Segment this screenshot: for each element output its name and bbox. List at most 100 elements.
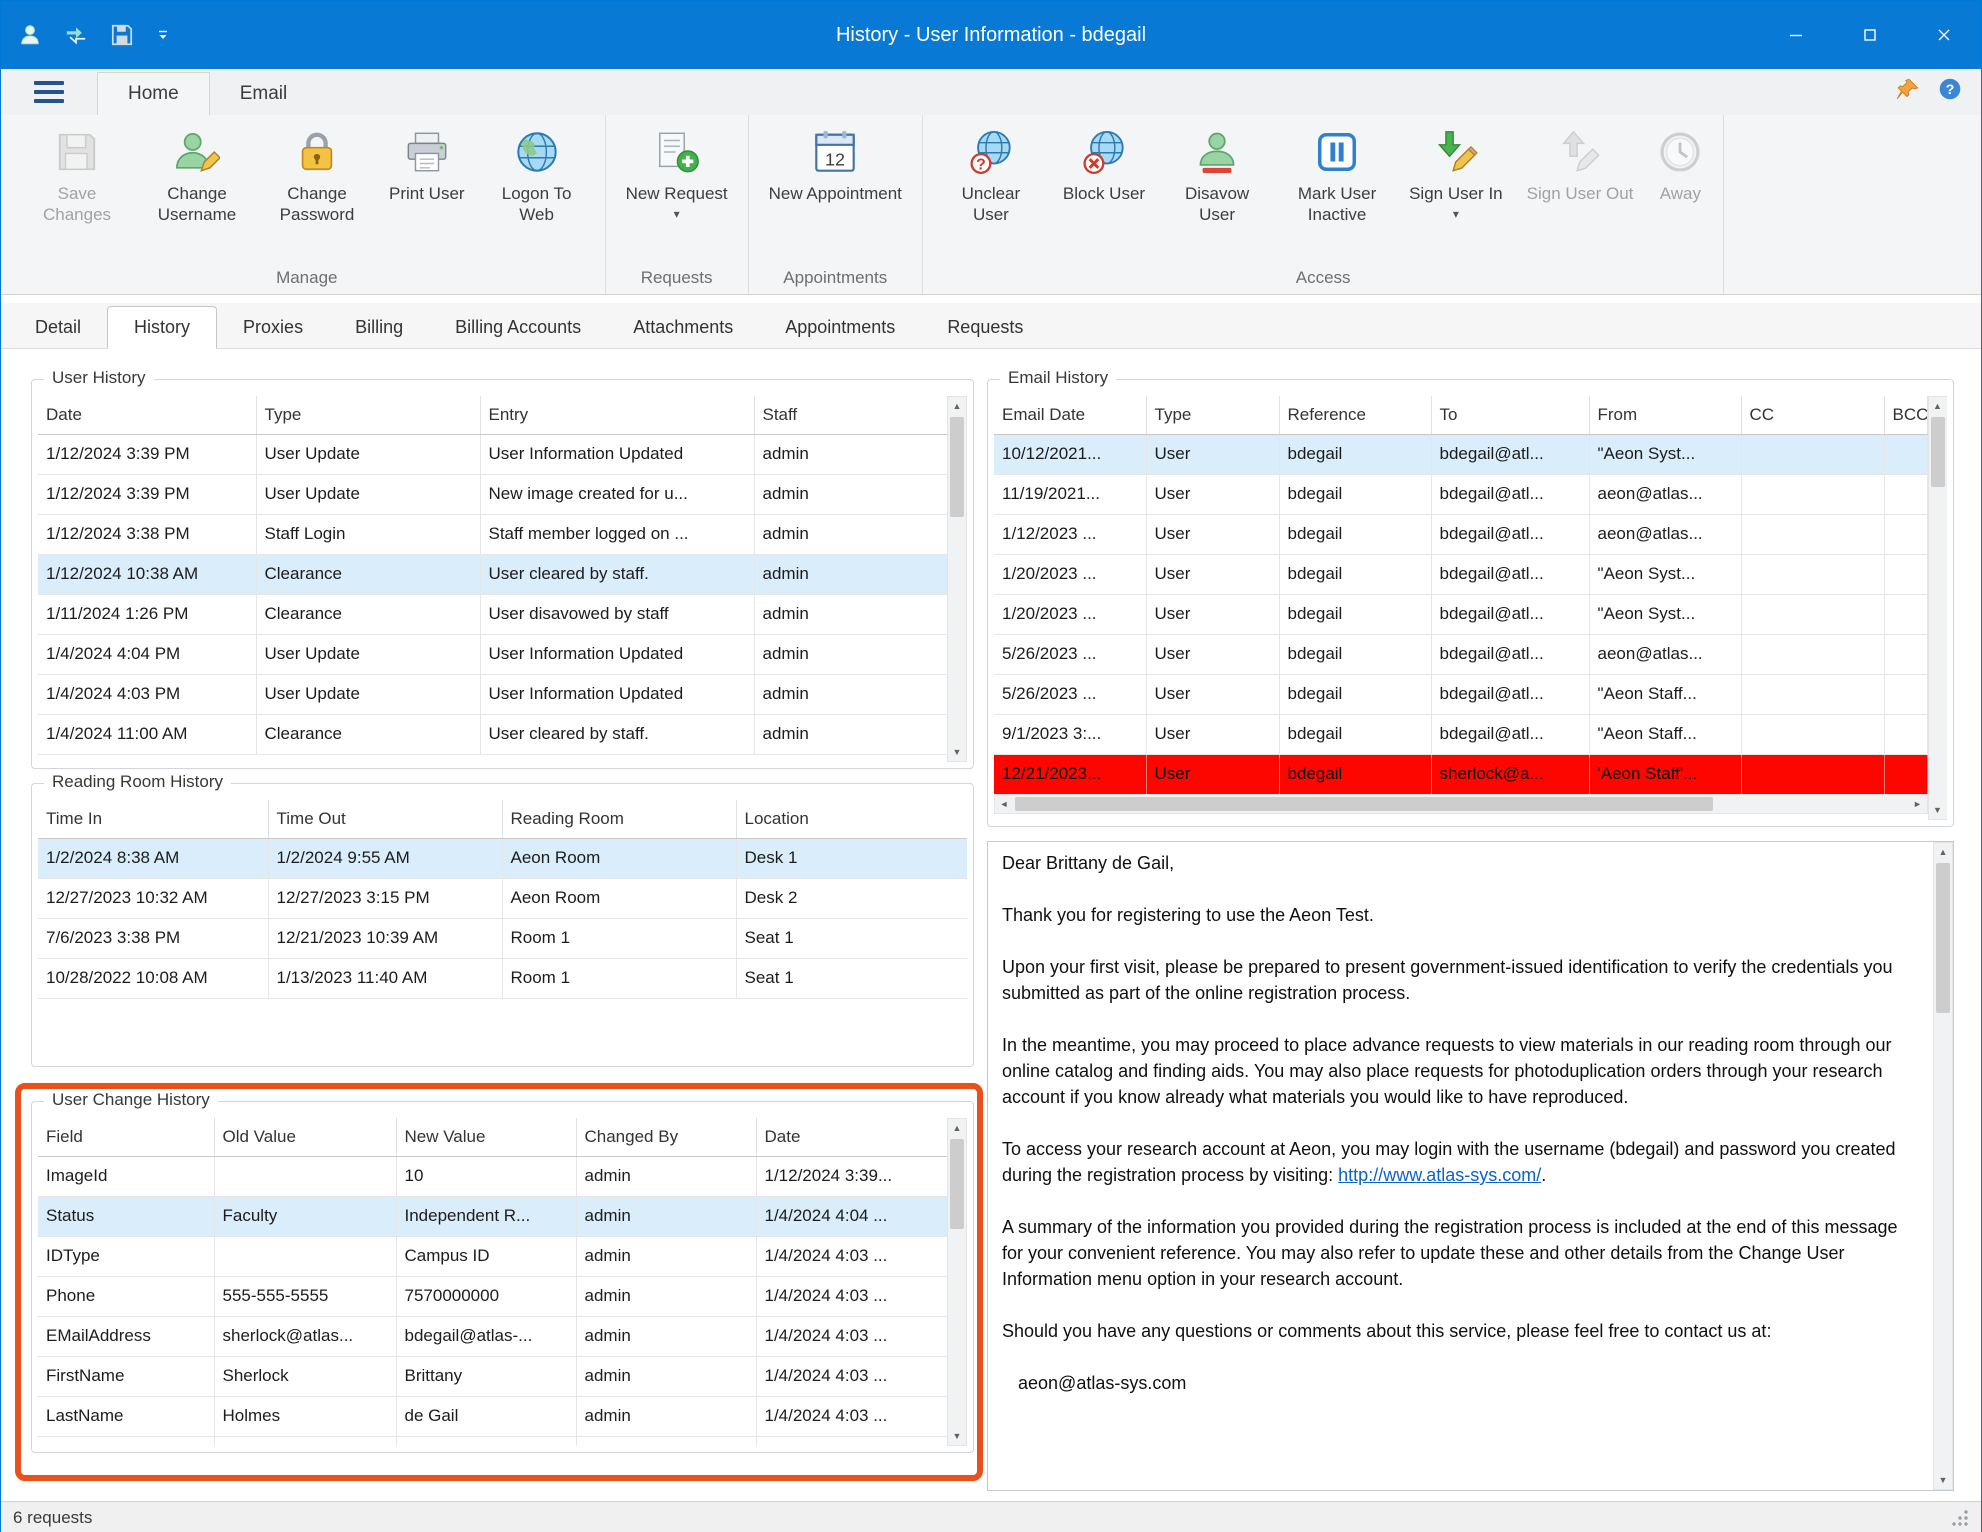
column-header[interactable]: Type bbox=[1146, 396, 1279, 434]
ribbon-tab-home[interactable]: Home bbox=[97, 72, 210, 115]
table-row[interactable]: 1/20/2023 ...Userbdegailbdegail@atl..."A… bbox=[994, 554, 1927, 594]
maximize-button[interactable] bbox=[1833, 1, 1907, 69]
email-link[interactable]: http://www.atlas-sys.com/ bbox=[1338, 1165, 1541, 1185]
vertical-scrollbar[interactable]: ▲ ▼ bbox=[947, 396, 967, 762]
column-header[interactable]: Old Value bbox=[214, 1118, 396, 1156]
ribbon-tab-email[interactable]: Email bbox=[210, 73, 318, 115]
tab-billing[interactable]: Billing bbox=[329, 307, 429, 348]
disavow-user-button[interactable]: Disavow User bbox=[1157, 117, 1277, 266]
scroll-thumb[interactable] bbox=[950, 1139, 964, 1229]
column-header[interactable]: Field bbox=[38, 1118, 214, 1156]
column-header[interactable]: Date bbox=[756, 1118, 947, 1156]
vertical-scrollbar[interactable]: ▲ ▼ bbox=[1933, 842, 1953, 1490]
table-row[interactable]: 1/11/2024 1:26 PMClearanceUser disavowed… bbox=[38, 594, 947, 634]
tab-detail[interactable]: Detail bbox=[9, 307, 107, 348]
block-user-button[interactable]: Block User bbox=[1051, 117, 1157, 266]
table-row[interactable]: 1/2/2024 8:38 AM1/2/2024 9:55 AMAeon Roo… bbox=[38, 838, 967, 878]
column-header[interactable]: Reference bbox=[1279, 396, 1431, 434]
table-row[interactable]: 1/4/2024 4:03 PMUser UpdateUser Informat… bbox=[38, 674, 947, 714]
tab-attachments[interactable]: Attachments bbox=[607, 307, 759, 348]
tab-proxies[interactable]: Proxies bbox=[217, 307, 329, 348]
column-header[interactable]: Email Date bbox=[994, 396, 1146, 434]
table-row[interactable]: IDTypeCampus IDadmin1/4/2024 4:03 ... bbox=[38, 1236, 947, 1276]
change-password-button[interactable]: Change Password bbox=[257, 117, 377, 266]
scroll-down-icon[interactable]: ▼ bbox=[1934, 1471, 1952, 1489]
away-button[interactable]: Away bbox=[1645, 117, 1715, 266]
column-header[interactable]: Date bbox=[38, 396, 256, 434]
table-row[interactable]: 5/26/2023 ...Userbdegailbdegail@atl..."A… bbox=[994, 674, 1927, 714]
table-row[interactable]: 1/4/2024 4:04 PMUser UpdateUser Informat… bbox=[38, 634, 947, 674]
column-header[interactable]: Time Out bbox=[268, 800, 502, 838]
column-header[interactable]: Entry bbox=[480, 396, 754, 434]
scroll-thumb[interactable] bbox=[1931, 417, 1945, 487]
column-header[interactable]: To bbox=[1431, 396, 1589, 434]
tab-appointments[interactable]: Appointments bbox=[759, 307, 921, 348]
pin-icon[interactable] bbox=[1895, 76, 1921, 107]
table-row[interactable]: FirstNameSherlockBrittanyadmin1/4/2024 4… bbox=[38, 1356, 947, 1396]
table-row[interactable]: EMailAddresssherlock@atlas...bdegail@atl… bbox=[38, 1316, 947, 1356]
table-row[interactable]: 5/26/2023 ...Userbdegailbdegail@atl...ae… bbox=[994, 634, 1927, 674]
logon-to-web-button[interactable]: Logon To Web bbox=[477, 117, 597, 266]
table-row[interactable]: Phone555-555-55557570000000admin1/4/2024… bbox=[38, 1276, 947, 1316]
table-row[interactable]: 11/19/2021...Userbdegailbdegail@atl...ae… bbox=[994, 474, 1927, 514]
table-row[interactable]: 1/12/2024 3:38 PMStaff LoginStaff member… bbox=[38, 514, 947, 554]
scroll-down-icon[interactable]: ▼ bbox=[948, 1427, 966, 1445]
scroll-thumb[interactable] bbox=[1015, 797, 1713, 811]
table-row[interactable]: 10/28/2022 10:08 AM1/13/2023 11:40 AMRoo… bbox=[38, 958, 967, 998]
save-changes-button[interactable]: Save Changes bbox=[17, 117, 137, 266]
column-header[interactable]: BCC bbox=[1884, 396, 1927, 434]
new-request-button[interactable]: New Request ▾ bbox=[614, 117, 740, 266]
column-header[interactable]: New Value bbox=[396, 1118, 576, 1156]
minimize-button[interactable] bbox=[1759, 1, 1833, 69]
tab-billing-accounts[interactable]: Billing Accounts bbox=[429, 307, 607, 348]
sign-user-out-button[interactable]: Sign User Out bbox=[1515, 117, 1646, 266]
column-header[interactable]: Reading Room bbox=[502, 800, 736, 838]
mark-user-inactive-button[interactable]: Mark User Inactive bbox=[1277, 117, 1397, 266]
table-row[interactable]: ImageId10admin1/12/2024 3:39... bbox=[38, 1156, 947, 1196]
column-header[interactable]: Location bbox=[736, 800, 967, 838]
column-header[interactable]: Time In bbox=[38, 800, 268, 838]
tab-history[interactable]: History bbox=[107, 306, 217, 349]
table-row[interactable]: 1/12/2024 3:39 PMUser UpdateNew image cr… bbox=[38, 474, 947, 514]
new-appointment-button[interactable]: 12 New Appointment bbox=[757, 117, 914, 266]
vertical-scrollbar[interactable]: ▲ ▼ bbox=[1928, 396, 1948, 820]
scroll-up-icon[interactable]: ▲ bbox=[1929, 397, 1947, 415]
table-row[interactable]: 12/27/2023 10:32 AM12/27/2023 3:15 PMAeo… bbox=[38, 878, 967, 918]
column-header[interactable]: CC bbox=[1741, 396, 1884, 434]
sc.roll-thumb[interactable] bbox=[950, 417, 964, 517]
table-row[interactable]: 1/12/2024 3:39 PMUser UpdateUser Informa… bbox=[38, 434, 947, 474]
table-row[interactable]: 12/21/2023...Userbdegailsherlock@a...'Ae… bbox=[994, 754, 1927, 794]
column-header[interactable]: Staff bbox=[754, 396, 947, 434]
help-icon[interactable]: ? bbox=[1937, 76, 1963, 107]
table-row[interactable]: 10/12/2021...Userbdegailbdegail@atl..."A… bbox=[994, 434, 1927, 474]
save-icon[interactable] bbox=[109, 22, 135, 48]
menu-button[interactable] bbox=[1, 69, 97, 115]
unclear-user-button[interactable]: ? Unclear User bbox=[931, 117, 1051, 266]
change-username-button[interactable]: Change Username bbox=[137, 117, 257, 266]
resize-grip[interactable] bbox=[1951, 1509, 1969, 1527]
table-row[interactable]: LastNameHolmesde Gailadmin1/4/2024 4:03 … bbox=[38, 1396, 947, 1436]
table-row[interactable]: CountryUnited Stat...bdegail1/4/2023 4:0… bbox=[38, 1436, 947, 1446]
scroll-thumb[interactable] bbox=[1936, 863, 1950, 1013]
column-header[interactable]: Changed By bbox=[576, 1118, 756, 1156]
horizontal-scrollbar[interactable]: ◄ ► bbox=[994, 794, 1928, 814]
scroll-up-icon[interactable]: ▲ bbox=[948, 1119, 966, 1137]
undo-redo-icon[interactable] bbox=[63, 22, 89, 48]
scroll-up-icon[interactable]: ▲ bbox=[1934, 843, 1952, 861]
column-header[interactable]: Type bbox=[256, 396, 480, 434]
scroll-down-icon[interactable]: ▼ bbox=[948, 743, 966, 761]
qat-customize-icon[interactable] bbox=[155, 27, 171, 43]
table-row[interactable]: 1/12/2023 ...Userbdegailbdegail@atl...ae… bbox=[994, 514, 1927, 554]
print-user-button[interactable]: Print User bbox=[377, 117, 477, 266]
scroll-up-icon[interactable]: ▲ bbox=[948, 397, 966, 415]
tab-requests[interactable]: Requests bbox=[921, 307, 1049, 348]
table-row[interactable]: 7/6/2023 3:38 PM12/21/2023 10:39 AMRoom … bbox=[38, 918, 967, 958]
scroll-down-icon[interactable]: ▼ bbox=[1929, 801, 1947, 819]
table-row[interactable]: 1/4/2024 11:00 AMClearanceUser cleared b… bbox=[38, 714, 947, 754]
vertical-scrollbar[interactable]: ▲ ▼ bbox=[947, 1118, 967, 1446]
table-row[interactable]: StatusFacultyIndependent R...admin1/4/20… bbox=[38, 1196, 947, 1236]
table-row[interactable]: 1/20/2023 ...Userbdegailbdegail@atl..."A… bbox=[994, 594, 1927, 634]
scroll-right-icon[interactable]: ► bbox=[1909, 795, 1927, 813]
close-button[interactable] bbox=[1907, 1, 1981, 69]
column-header[interactable]: From bbox=[1589, 396, 1741, 434]
